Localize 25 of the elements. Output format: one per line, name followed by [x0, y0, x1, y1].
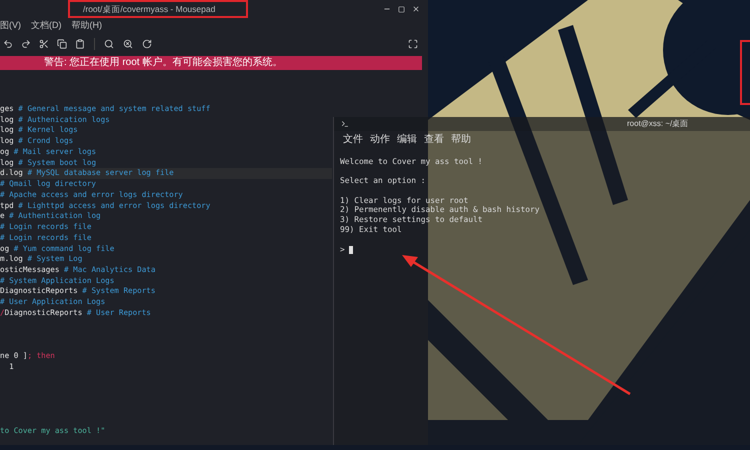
paste-icon[interactable] — [75, 39, 85, 49]
fullscreen-icon[interactable] — [408, 39, 418, 49]
menu-item[interactable]: 帮助(H) — [72, 19, 102, 33]
cut-icon[interactable] — [39, 39, 49, 49]
copy-icon[interactable] — [57, 39, 67, 49]
annotation-box — [740, 40, 750, 105]
menu-item[interactable]: 帮助 — [451, 132, 471, 146]
maximize-icon[interactable] — [398, 6, 405, 12]
warning-text: 警告: 您正在使用 root 帐户。有可能会损害您的系统。 — [44, 57, 282, 69]
window-title: /root/桌面/covermyass - Mousepad — [83, 4, 216, 14]
search-replace-icon[interactable] — [123, 39, 133, 49]
cursor — [348, 246, 353, 254]
menu-item[interactable]: 编辑 — [397, 132, 417, 146]
undo-icon[interactable] — [3, 39, 13, 49]
close-icon[interactable] — [412, 5, 420, 13]
window-title: root@xss: ~/桌面 — [627, 118, 688, 130]
rotate-arrow-icon[interactable] — [142, 39, 152, 49]
menu-item[interactable]: 图(V) — [0, 19, 21, 33]
search-icon[interactable] — [104, 39, 114, 49]
menu-item[interactable]: 动作 — [370, 132, 390, 146]
terminal-icon — [341, 120, 349, 128]
menu-item[interactable]: 查看 — [424, 132, 444, 146]
redo-icon[interactable] — [21, 39, 31, 49]
menu-item[interactable]: 文档(D) — [31, 19, 62, 33]
menu-item[interactable]: 文件 — [343, 132, 363, 146]
